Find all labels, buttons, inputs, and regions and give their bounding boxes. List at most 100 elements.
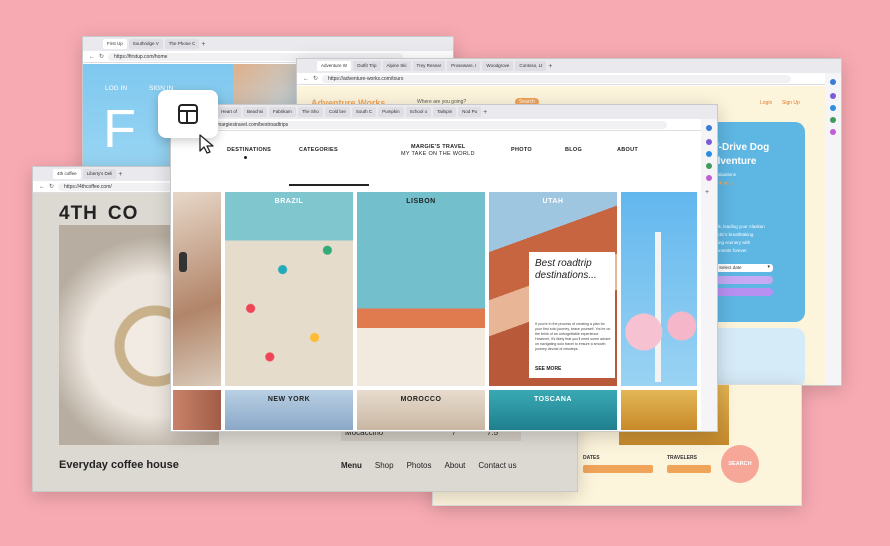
add-sidebar-icon[interactable]: + [705,189,709,196]
tile-toscana-label: TOSCANA [534,396,572,403]
tab-the-shop[interactable]: The Sho [297,107,323,117]
coffee-tagline: Everyday coffee house [59,459,179,471]
refresh-icon[interactable]: ↻ [49,183,54,190]
tile-toscana[interactable]: TOSCANA [489,390,617,430]
nav-destinations[interactable]: DESTINATIONS [227,147,271,153]
back-icon[interactable]: ← [303,76,309,82]
tile-tower[interactable] [621,192,697,386]
new-tab-icon[interactable]: + [201,41,205,48]
tab-cold-brew[interactable]: Cold bre [324,107,350,117]
tile-brazil-label: BRAZIL [274,198,304,205]
url-field[interactable]: https://margiestravel.com/bestroadtrips [196,120,667,129]
coffee-logo[interactable]: 4TH CO [59,203,138,225]
nav-about[interactable]: ABOUT [617,147,638,153]
tile-partial-right-2[interactable] [621,390,697,430]
tab-nod[interactable]: Nod Pu [458,107,482,117]
sidebar-app-icon[interactable] [706,175,712,181]
dates-input[interactable] [583,465,653,473]
url-field[interactable]: https://adventure-works.com/tours [322,74,791,83]
tab-alpine[interactable]: Alpine Ski [382,61,411,71]
new-tab-icon[interactable]: + [483,109,487,116]
date-select-label: Select date [719,265,742,270]
chevron-down-icon: ▾ [767,264,770,270]
tab-4th-coffee[interactable]: 4th coffee [53,169,81,179]
refresh-icon[interactable]: ↻ [313,75,318,82]
address-bar: ← ↻ https://margiestravel.com/bestroadtr… [171,119,717,131]
blossom-shape [621,302,697,362]
tile-partial-left-2[interactable] [173,390,221,430]
margie-page: DESTINATIONS CATEGORIES MARGIE'S TRAVEL … [171,132,715,431]
sidebar-app-icon[interactable] [830,93,836,99]
snap-layout-button[interactable] [158,90,218,138]
nav-contact[interactable]: Contact us [478,461,516,470]
tab-pumpkin[interactable]: Pumpkin [378,107,404,117]
sidebar-app-icon[interactable] [830,129,836,135]
tab-phone[interactable]: The Phone C [164,39,200,49]
tab-proseware[interactable]: Proseware, I [447,61,481,71]
tab-fabrikam[interactable]: Fabrikam [269,107,296,117]
blog-card-title: Best roadtrip destinations... [535,258,597,281]
tab-adventure[interactable]: Adventure W [317,61,352,71]
sidebar-app-icon[interactable] [830,117,836,123]
purple-option-2[interactable] [709,288,773,296]
new-tab-icon[interactable]: + [548,63,552,70]
sidebar-app-icon[interactable] [706,163,712,169]
copilot-icon[interactable] [706,125,712,131]
date-select[interactable]: Select date ▾ [709,264,773,272]
sidebar-app-icon[interactable] [830,105,836,111]
tab-south[interactable]: South C [351,107,377,117]
tab-trey[interactable]: Trey Resear [412,61,446,71]
login-link[interactable]: LOG IN [105,85,127,92]
nav-menu[interactable]: Menu [341,461,362,470]
coffee-nav: Menu Shop Photos About Contact us [341,461,517,470]
nav-photo[interactable]: PHOTO [511,147,532,153]
tile-new-york[interactable]: NEW YORK [225,390,353,430]
blog-card[interactable]: Best roadtrip destinations... If you're … [529,252,615,378]
sidebar-app-icon[interactable] [706,151,712,157]
tab-beachside[interactable]: Beachsi [243,107,268,117]
blog-card-body: If you're in the process of creating a p… [535,322,611,351]
refresh-icon[interactable]: ↻ [99,53,104,60]
sidebar-app-icon[interactable] [706,139,712,145]
tab-contoso[interactable]: Contoso, Lt [515,61,547,71]
tab-woodgrove[interactable]: Woodgrove [482,61,514,71]
tile-morocco[interactable]: MOROCCO [357,390,485,430]
brand-title[interactable]: MARGIE'S TRAVEL [411,144,466,150]
tile-brazil[interactable]: BRAZIL [225,192,353,386]
nav-photos[interactable]: Photos [407,461,432,470]
nav-blog[interactable]: BLOG [565,147,582,153]
tile-partial-left[interactable] [173,192,221,386]
logo-text: 4TH [59,203,98,224]
tab-school[interactable]: School o [405,107,432,117]
tile-morocco-label: MOROCCO [400,396,442,403]
address-bar: ← ↻ https://adventure-works.com/tours [297,73,841,85]
tab-heart[interactable]: Heart of [217,107,242,117]
tile-lisbon[interactable]: LISBON [357,192,485,386]
new-tab-icon[interactable]: + [118,171,122,178]
tab-southridge[interactable]: Southridge V [128,39,163,49]
search-circle-button[interactable]: SEARCH [721,445,759,483]
nav-categories[interactable]: CATEGORIES [299,147,338,153]
nav-about[interactable]: About [444,461,465,470]
tab-outfit[interactable]: Outfit Trip [353,61,381,71]
copilot-icon[interactable] [830,79,836,85]
adventure-login[interactable]: Login [760,100,772,106]
nav-shop[interactable]: Shop [375,461,394,470]
travelers-label: TRAVELERS [667,455,697,461]
back-icon[interactable]: ← [39,184,45,190]
tile-utah[interactable]: UTAH Best roadtrip destinations... If yo… [489,192,617,386]
tab-liberty-deli[interactable]: Liberty's Deli [82,169,117,179]
tab-strip: Adventure W Outfit Trip Alpine Ski Trey … [297,59,841,73]
tab-firstup[interactable]: First Up [103,39,127,49]
search-circle-label: SEARCH [728,461,752,467]
see-more-link[interactable]: SEE MORE [535,366,561,372]
travelers-input[interactable] [667,465,711,473]
tab-tailspin[interactable]: Tailspin [433,107,457,117]
back-icon[interactable]: ← [89,54,95,60]
carousel-dots[interactable] [179,252,187,272]
tile-lisbon-label: LISBON [406,198,436,205]
edge-sidebar: + [701,119,717,431]
adventure-signup[interactable]: Sign Up [782,100,800,106]
purple-option-1[interactable] [709,276,773,284]
active-dot [244,156,247,159]
